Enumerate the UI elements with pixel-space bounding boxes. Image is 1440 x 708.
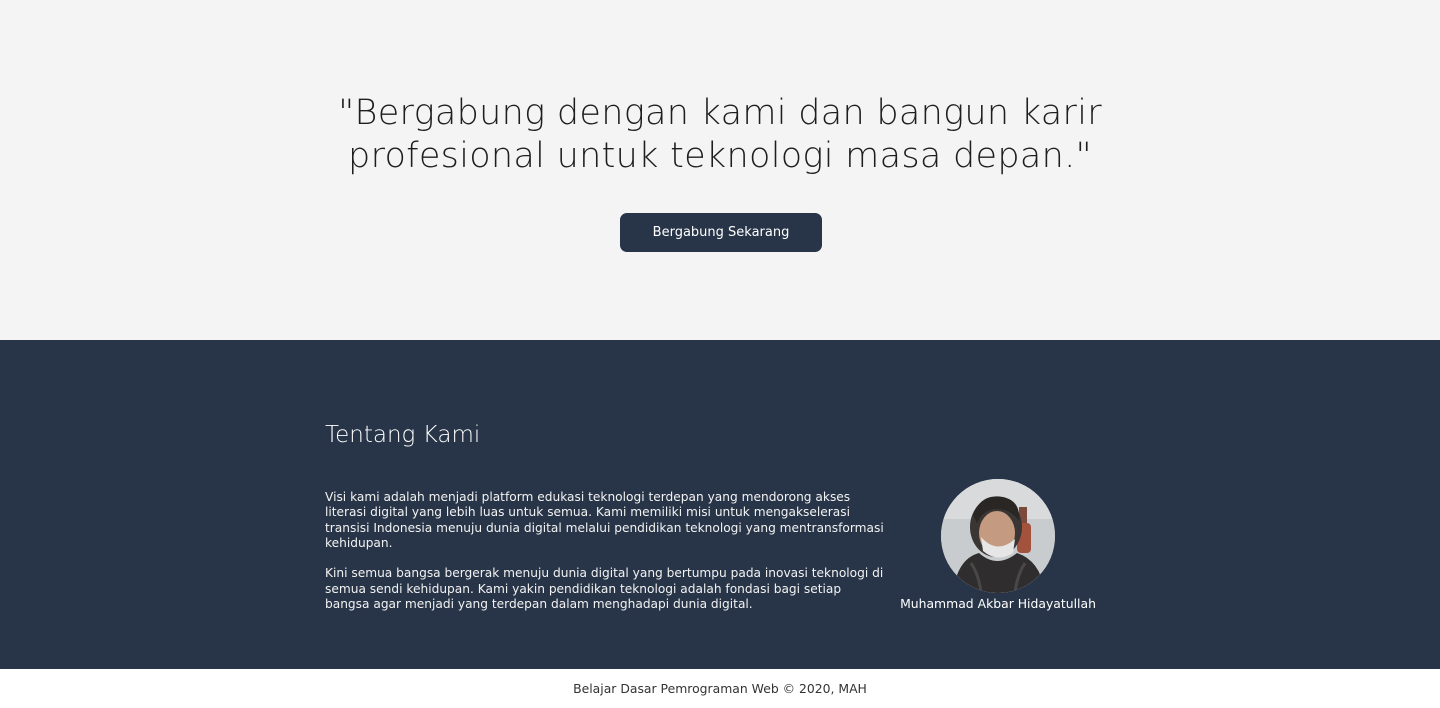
about-description: Visi kami adalah menjadi platform edukas… bbox=[325, 490, 885, 612]
footer: Belajar Dasar Pemrograman Web © 2020, MA… bbox=[0, 669, 1440, 708]
about-paragraph-vision: Visi kami adalah menjadi platform edukas… bbox=[325, 490, 884, 550]
profile-name: Muhammad Akbar Hidayatullah bbox=[900, 596, 1096, 611]
about-section: Tentang Kami Visi kami adalah menjadi pl… bbox=[0, 340, 1440, 669]
footer-copyright: Belajar Dasar Pemrograman Web © 2020, MA… bbox=[573, 681, 867, 696]
avatar bbox=[941, 479, 1055, 593]
join-now-button[interactable]: Bergabung Sekarang bbox=[620, 213, 822, 252]
avatar-photo bbox=[941, 479, 1055, 593]
hero-quote-line-2: profesional untuk teknologi masa depan." bbox=[348, 136, 1092, 176]
hero-quote-line-1: "Bergabung dengan kami dan bangun karir bbox=[338, 93, 1102, 133]
about-paragraph-mission: Kini semua bangsa bergerak menuju dunia … bbox=[325, 566, 884, 612]
about-title: Tentang Kami bbox=[325, 422, 481, 448]
hero-section: "Bergabung dengan kami dan bangun karir … bbox=[0, 0, 1440, 340]
profile-card: Muhammad Akbar Hidayatullah bbox=[898, 479, 1098, 619]
hero-quote: "Bergabung dengan kami dan bangun karir … bbox=[300, 92, 1140, 178]
